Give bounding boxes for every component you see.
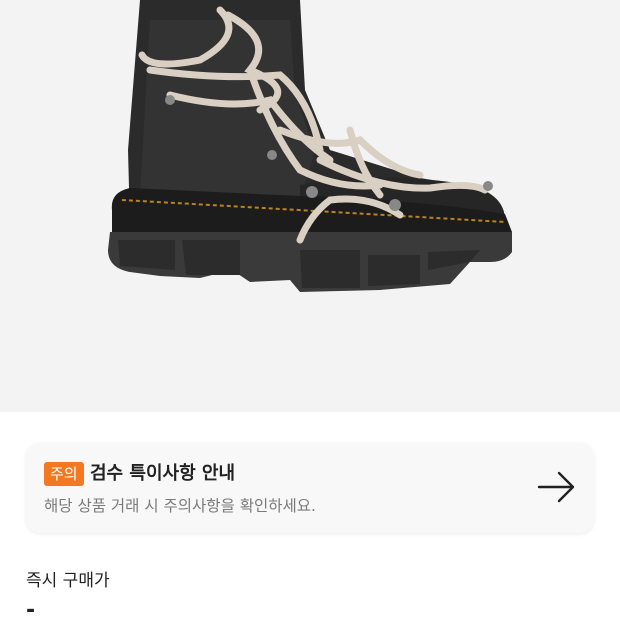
boot-image [108, 0, 513, 292]
product-image [0, 0, 620, 412]
instant-buy-label: 즉시 구매가 [26, 571, 110, 591]
arrow-right-icon[interactable] [537, 469, 577, 505]
notice-title: 검수 특이사항 안내 [90, 463, 236, 484]
instant-buy-price: - [26, 598, 36, 623]
inspection-notice-card[interactable]: 주의 검수 특이사항 안내 해당 상품 거래 시 주의사항을 확인하세요. [26, 443, 594, 533]
notice-subtitle: 해당 상품 거래 시 주의사항을 확인하세요. [44, 497, 316, 515]
caution-badge: 주의 [44, 462, 84, 486]
